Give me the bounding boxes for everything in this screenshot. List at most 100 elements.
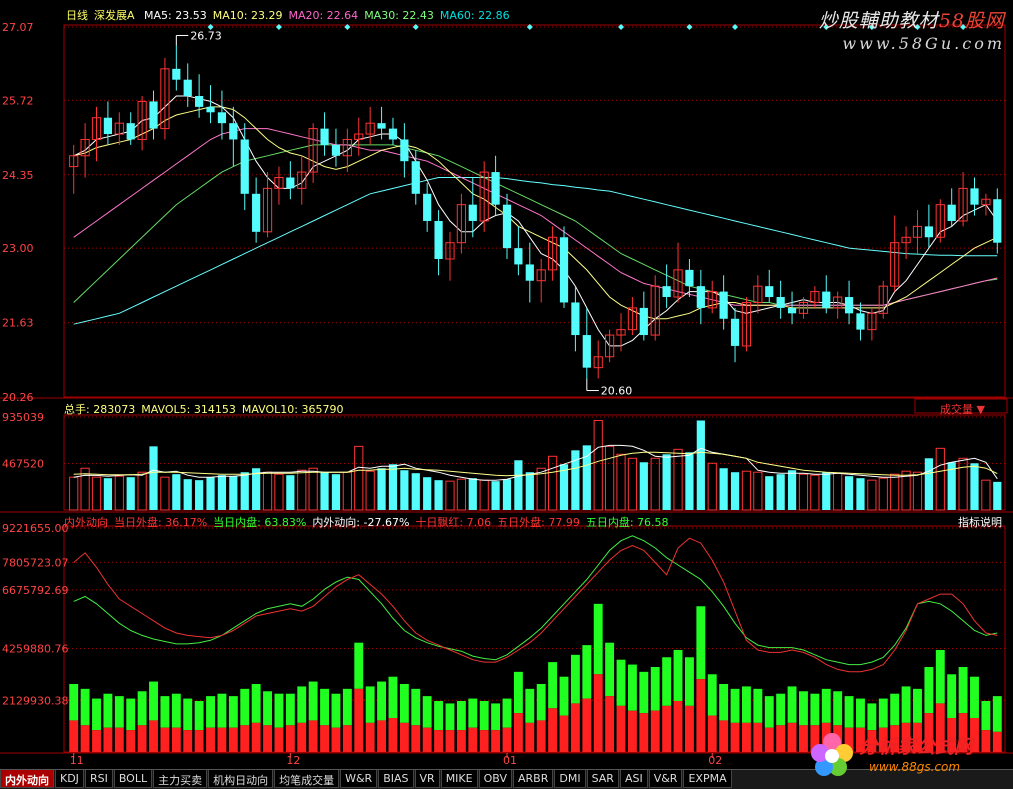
inner-volume-bar — [411, 725, 421, 752]
outer-volume-bar — [274, 693, 284, 728]
logo-title: 分析家公式网 — [859, 736, 974, 758]
volume-bar-down — [103, 478, 113, 510]
volume-bar-up — [114, 475, 124, 511]
outer-volume-bar — [263, 691, 272, 726]
tab-1[interactable]: KDJ — [55, 770, 84, 788]
volume-bar-up — [456, 478, 466, 511]
tab-7[interactable]: W&R — [340, 770, 378, 788]
outer-volume-bar — [958, 666, 968, 714]
volume-indicator-button[interactable]: 成交量 ▼ — [940, 401, 985, 417]
tab-15[interactable]: ASI — [619, 770, 648, 788]
watermark-title: 炒股輔助教材58股网 — [818, 10, 1005, 32]
outer-volume-bar — [605, 642, 615, 697]
outer-volume-bar — [468, 698, 478, 728]
candle — [696, 269, 705, 325]
inner-volume-bar — [582, 698, 592, 752]
outer-volume-bar — [103, 693, 113, 728]
candle — [707, 280, 717, 314]
volume-bar-down — [719, 468, 728, 510]
tab-16[interactable]: V&R — [648, 770, 683, 788]
inner-volume-bar — [194, 730, 204, 752]
outer-volume-bar — [206, 696, 215, 728]
outer-volume-bar — [867, 703, 877, 731]
candle — [388, 117, 398, 145]
candle-body-down — [252, 193, 261, 232]
candle — [411, 150, 420, 205]
outer-volume-bar — [821, 688, 831, 723]
outer-volume-bar — [434, 700, 444, 731]
candle — [331, 128, 341, 167]
outer-volume-bar — [491, 703, 501, 731]
candle-body-down — [423, 193, 432, 221]
tab-14[interactable]: SAR — [586, 770, 619, 788]
candle — [525, 242, 534, 303]
tab-0[interactable]: 内外动向 — [0, 770, 54, 788]
inner-volume-bar — [331, 727, 341, 752]
outer-volume-bar — [548, 662, 558, 709]
tab-8[interactable]: BIAS — [378, 770, 414, 788]
volume-bar-up — [798, 473, 809, 511]
candle — [423, 182, 432, 232]
candle-body-down — [856, 313, 865, 330]
price-y-tick-label: 20.26 — [2, 391, 34, 404]
volume-bar-down — [822, 472, 831, 510]
inner-volume-bar — [536, 720, 546, 752]
candle — [206, 85, 215, 124]
candle-body-down — [582, 335, 591, 368]
outer-volume-bar — [411, 688, 421, 726]
volume-bar-up — [935, 447, 945, 511]
outer-volume-bar — [69, 683, 79, 721]
candle — [639, 291, 648, 341]
candle — [593, 340, 603, 379]
volume-bar-up — [753, 471, 763, 511]
outer-volume-bar — [582, 645, 592, 699]
price-y-tick-label: 24.35 — [2, 169, 34, 182]
outer-volume-bar — [342, 688, 352, 726]
inner-volume-bar — [616, 705, 626, 752]
volume-bar-down — [240, 472, 249, 510]
candle — [559, 226, 569, 308]
tab-13[interactable]: DMI — [554, 770, 586, 788]
stock-chart-canvas[interactable]: 27.07 25.72 24.35 23.00 21.63 20.26 26.73 20.60… — [0, 0, 1013, 788]
candle — [547, 226, 558, 281]
candle-body-down — [434, 220, 443, 259]
volume-bar-down — [776, 474, 785, 510]
candle-body-down — [388, 128, 398, 140]
inner-volume-bar — [491, 730, 501, 752]
tab-11[interactable]: OBV — [478, 770, 512, 788]
tab-2[interactable]: RSI — [84, 770, 113, 788]
inner-volume-bar — [684, 705, 694, 752]
outer-volume-bar — [639, 671, 649, 714]
volume-bar-down — [388, 464, 398, 510]
inner-volume-bar — [320, 725, 330, 752]
volume-legend-item-2: MAVOL10: 365790 — [241, 403, 344, 416]
outer-volume-bar — [149, 681, 158, 721]
inner-volume-bar — [137, 725, 147, 752]
inner-volume-bar — [377, 720, 387, 752]
tab-10[interactable]: MIKE — [440, 770, 478, 788]
tab-12[interactable]: ARBR — [513, 770, 554, 788]
candle-body-down — [229, 123, 238, 140]
volume-bar-down — [377, 468, 386, 510]
tab-9[interactable]: VR — [414, 770, 440, 788]
candle — [468, 177, 477, 238]
candle — [810, 286, 820, 308]
tab-17[interactable]: EXPMA — [683, 770, 732, 788]
outer-volume-bar — [365, 686, 375, 723]
candle — [114, 112, 124, 145]
inner-volume-bar — [354, 688, 364, 752]
candle — [195, 74, 204, 118]
stock-name-label: 深发展A — [94, 9, 135, 22]
indicator-help-button[interactable]: 指标说明 — [958, 514, 1002, 530]
tab-3[interactable]: BOLL — [113, 770, 153, 788]
volume-bar-up — [445, 480, 455, 511]
tab-6[interactable]: 均笔成交量 — [274, 770, 340, 788]
outer-volume-bar — [137, 691, 147, 726]
indicator-legend-item-3: 内外动向: -27.67% — [312, 516, 410, 529]
ma-legend-item-1: MA10: 23.29 — [212, 9, 283, 22]
volume-bar-down — [468, 478, 477, 510]
tab-4[interactable]: 主力买卖 — [153, 770, 208, 788]
tab-5[interactable]: 机构日动向 — [208, 770, 274, 788]
volume-header: 总手: 283073 MAVOL5: 314153 MAVOL10: 365790 — [64, 401, 355, 417]
candle — [924, 204, 933, 249]
